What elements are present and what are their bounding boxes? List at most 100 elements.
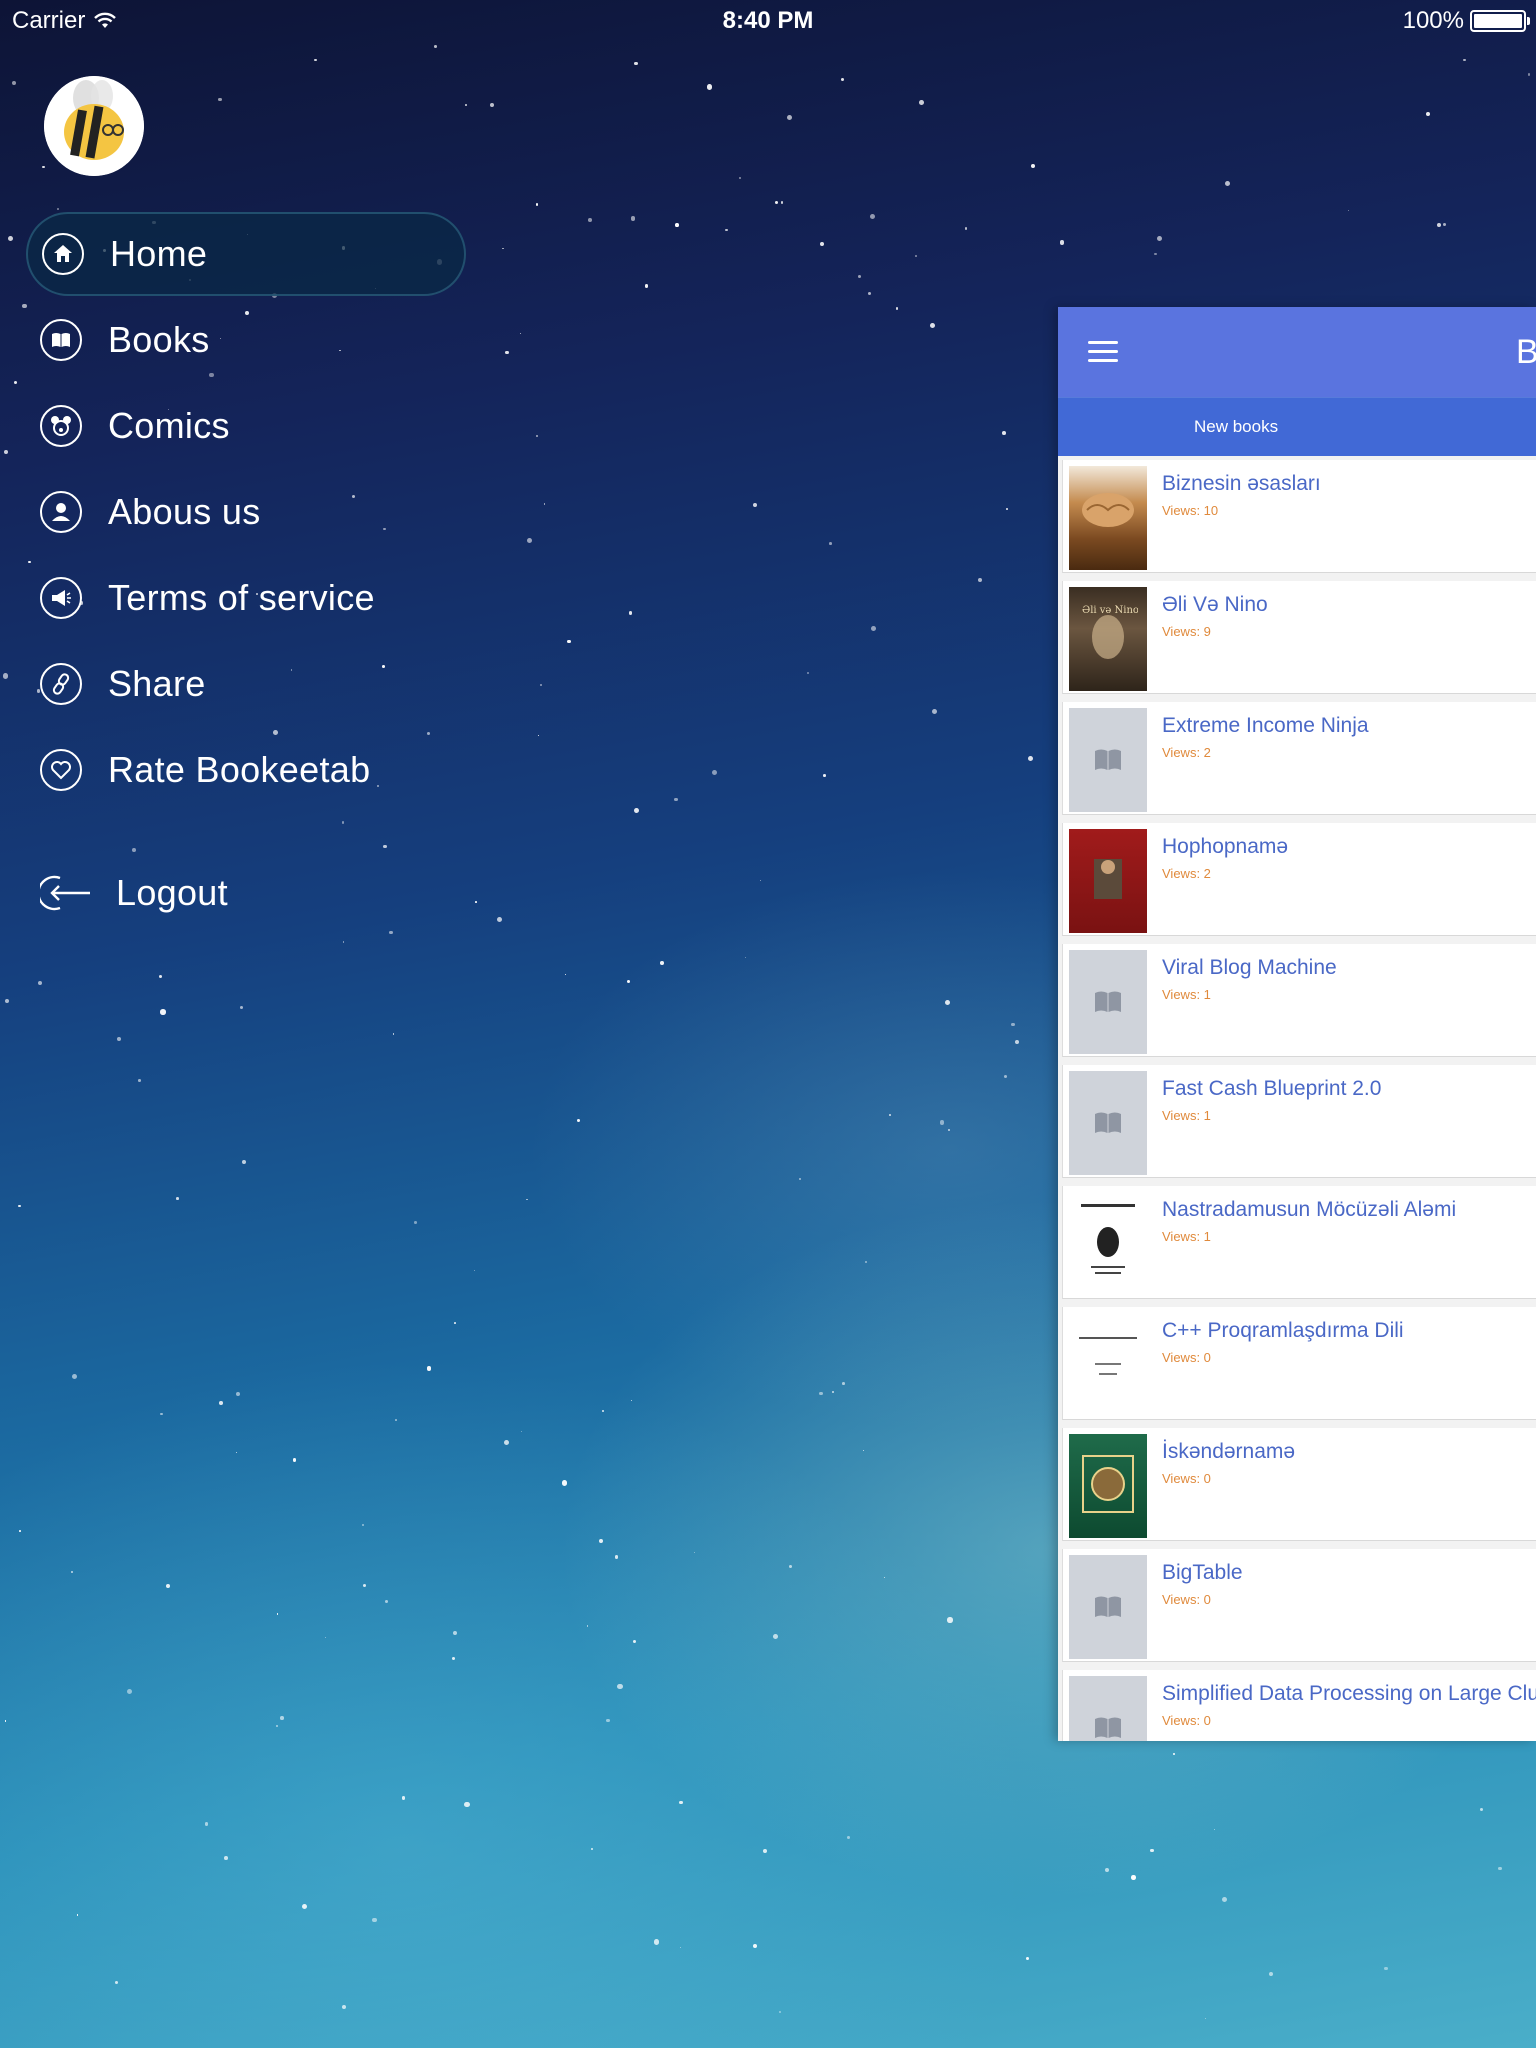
- svg-text:Əli və Nino: Əli və Nino: [1082, 605, 1138, 616]
- star: [915, 255, 917, 257]
- star: [1014, 1039, 1020, 1045]
- star: [819, 1391, 823, 1395]
- star: [1003, 1074, 1007, 1078]
- star: [19, 1530, 22, 1532]
- star: [1131, 1875, 1136, 1880]
- star: [759, 879, 761, 882]
- star: [4, 450, 9, 455]
- star: [828, 542, 832, 545]
- star: [738, 177, 741, 180]
- book-list-item[interactable]: Extreme Income Ninja Views: 2: [1062, 702, 1536, 815]
- star: [489, 102, 494, 107]
- star: [798, 1178, 801, 1181]
- star: [869, 214, 875, 220]
- side-menu: Home Books Comics Abous us Terms of serv…: [26, 212, 466, 814]
- book-cover-image: [1069, 1555, 1147, 1659]
- status-bar: Carrier 8:40 PM 100%: [0, 0, 1536, 40]
- battery-tip: [1527, 17, 1530, 25]
- link-icon: [40, 663, 82, 705]
- menu-item-comics[interactable]: Comics: [26, 384, 466, 468]
- book-list-item[interactable]: Biznesin əsasları Views: 10: [1062, 460, 1536, 573]
- star: [1059, 240, 1065, 245]
- book-title: Əli Və Nino: [1162, 593, 1268, 616]
- book-placeholder-icon: [1095, 991, 1121, 1012]
- star: [841, 1382, 845, 1385]
- star: [858, 274, 862, 278]
- menu-item-share[interactable]: Share: [26, 642, 466, 726]
- star: [679, 1801, 683, 1805]
- star: [1028, 756, 1034, 762]
- book-list: Biznesin əsasları Views: 10 Əli və Nino Əl…: [1058, 456, 1536, 1741]
- star: [301, 1903, 307, 1909]
- star: [520, 1430, 522, 1432]
- star: [929, 323, 935, 328]
- book-list-item[interactable]: Viral Blog Machine Views: 1: [1062, 944, 1536, 1057]
- star: [679, 1946, 682, 1949]
- star: [235, 1392, 240, 1396]
- book-list-item[interactable]: Hophopnamə Views: 2: [1062, 823, 1536, 936]
- person-icon: [40, 491, 82, 533]
- star: [17, 1204, 21, 1208]
- book-list-item[interactable]: BigTable Views: 0: [1062, 1549, 1536, 1662]
- star: [846, 1836, 850, 1840]
- book-list-item[interactable]: İskəndərnamə Views: 0: [1062, 1428, 1536, 1541]
- menu-item-terms[interactable]: Terms of service: [26, 556, 466, 640]
- star: [414, 1221, 418, 1224]
- star: [159, 975, 163, 979]
- star: [218, 97, 222, 102]
- menu-item-about[interactable]: Abous us: [26, 470, 466, 554]
- hamburger-menu-icon[interactable]: [1088, 341, 1118, 363]
- star: [871, 625, 877, 631]
- star: [1225, 181, 1231, 187]
- star: [395, 1419, 397, 1421]
- star: [526, 1198, 528, 1200]
- avatar[interactable]: [44, 76, 144, 176]
- star: [57, 207, 59, 210]
- star: [586, 1625, 589, 1627]
- star: [37, 980, 43, 986]
- star: [590, 1847, 594, 1851]
- star: [1527, 73, 1531, 76]
- star: [117, 1037, 122, 1042]
- logout-button[interactable]: Logout: [40, 872, 228, 914]
- book-list-item[interactable]: Fast Cash Blueprint 2.0 Views: 1: [1062, 1065, 1536, 1178]
- star: [831, 1391, 834, 1394]
- book-list-item[interactable]: Əli və Nino Əli Və Nino Views: 9: [1062, 581, 1536, 694]
- status-battery-group: 100%: [1402, 7, 1530, 35]
- star: [895, 307, 898, 310]
- star: [520, 332, 522, 334]
- star: [538, 735, 540, 737]
- book-cover-image: [1069, 829, 1147, 933]
- star: [706, 84, 713, 90]
- star: [76, 1913, 79, 1916]
- star: [889, 1113, 891, 1116]
- menu-item-rate[interactable]: Rate Bookeetab: [26, 728, 466, 812]
- star: [372, 1917, 378, 1923]
- star: [1105, 1867, 1110, 1872]
- star: [867, 291, 872, 295]
- star: [465, 103, 467, 106]
- star: [497, 917, 503, 923]
- menu-item-books[interactable]: Books: [26, 298, 466, 382]
- star: [71, 1570, 74, 1574]
- menu-item-home[interactable]: Home: [26, 212, 466, 296]
- book-cover-image: [1069, 1192, 1147, 1296]
- star: [1011, 1022, 1015, 1027]
- star: [527, 538, 533, 544]
- star: [160, 1412, 163, 1416]
- star: [505, 350, 509, 355]
- app-title: B: [1516, 333, 1536, 371]
- battery-percent: 100%: [1402, 7, 1464, 34]
- star: [126, 1688, 133, 1694]
- megaphone-icon: [40, 577, 82, 619]
- star: [780, 201, 784, 204]
- book-title: C++ Proqramlaşdırma Dili: [1162, 1319, 1404, 1342]
- star: [236, 1452, 238, 1454]
- book-list-item[interactable]: Nastradamusun Möcüzəli Aləmi Views: 1: [1062, 1186, 1536, 1299]
- book-list-item[interactable]: C++ Proqramlaşdırma Dili Views: 0: [1062, 1307, 1536, 1420]
- logout-icon: [40, 875, 90, 911]
- tab-new-books[interactable]: New books: [1194, 398, 1278, 456]
- star: [341, 2004, 346, 2009]
- book-list-item[interactable]: Simplified Data Processing on Large Clu V…: [1062, 1670, 1536, 1741]
- star: [693, 1551, 696, 1554]
